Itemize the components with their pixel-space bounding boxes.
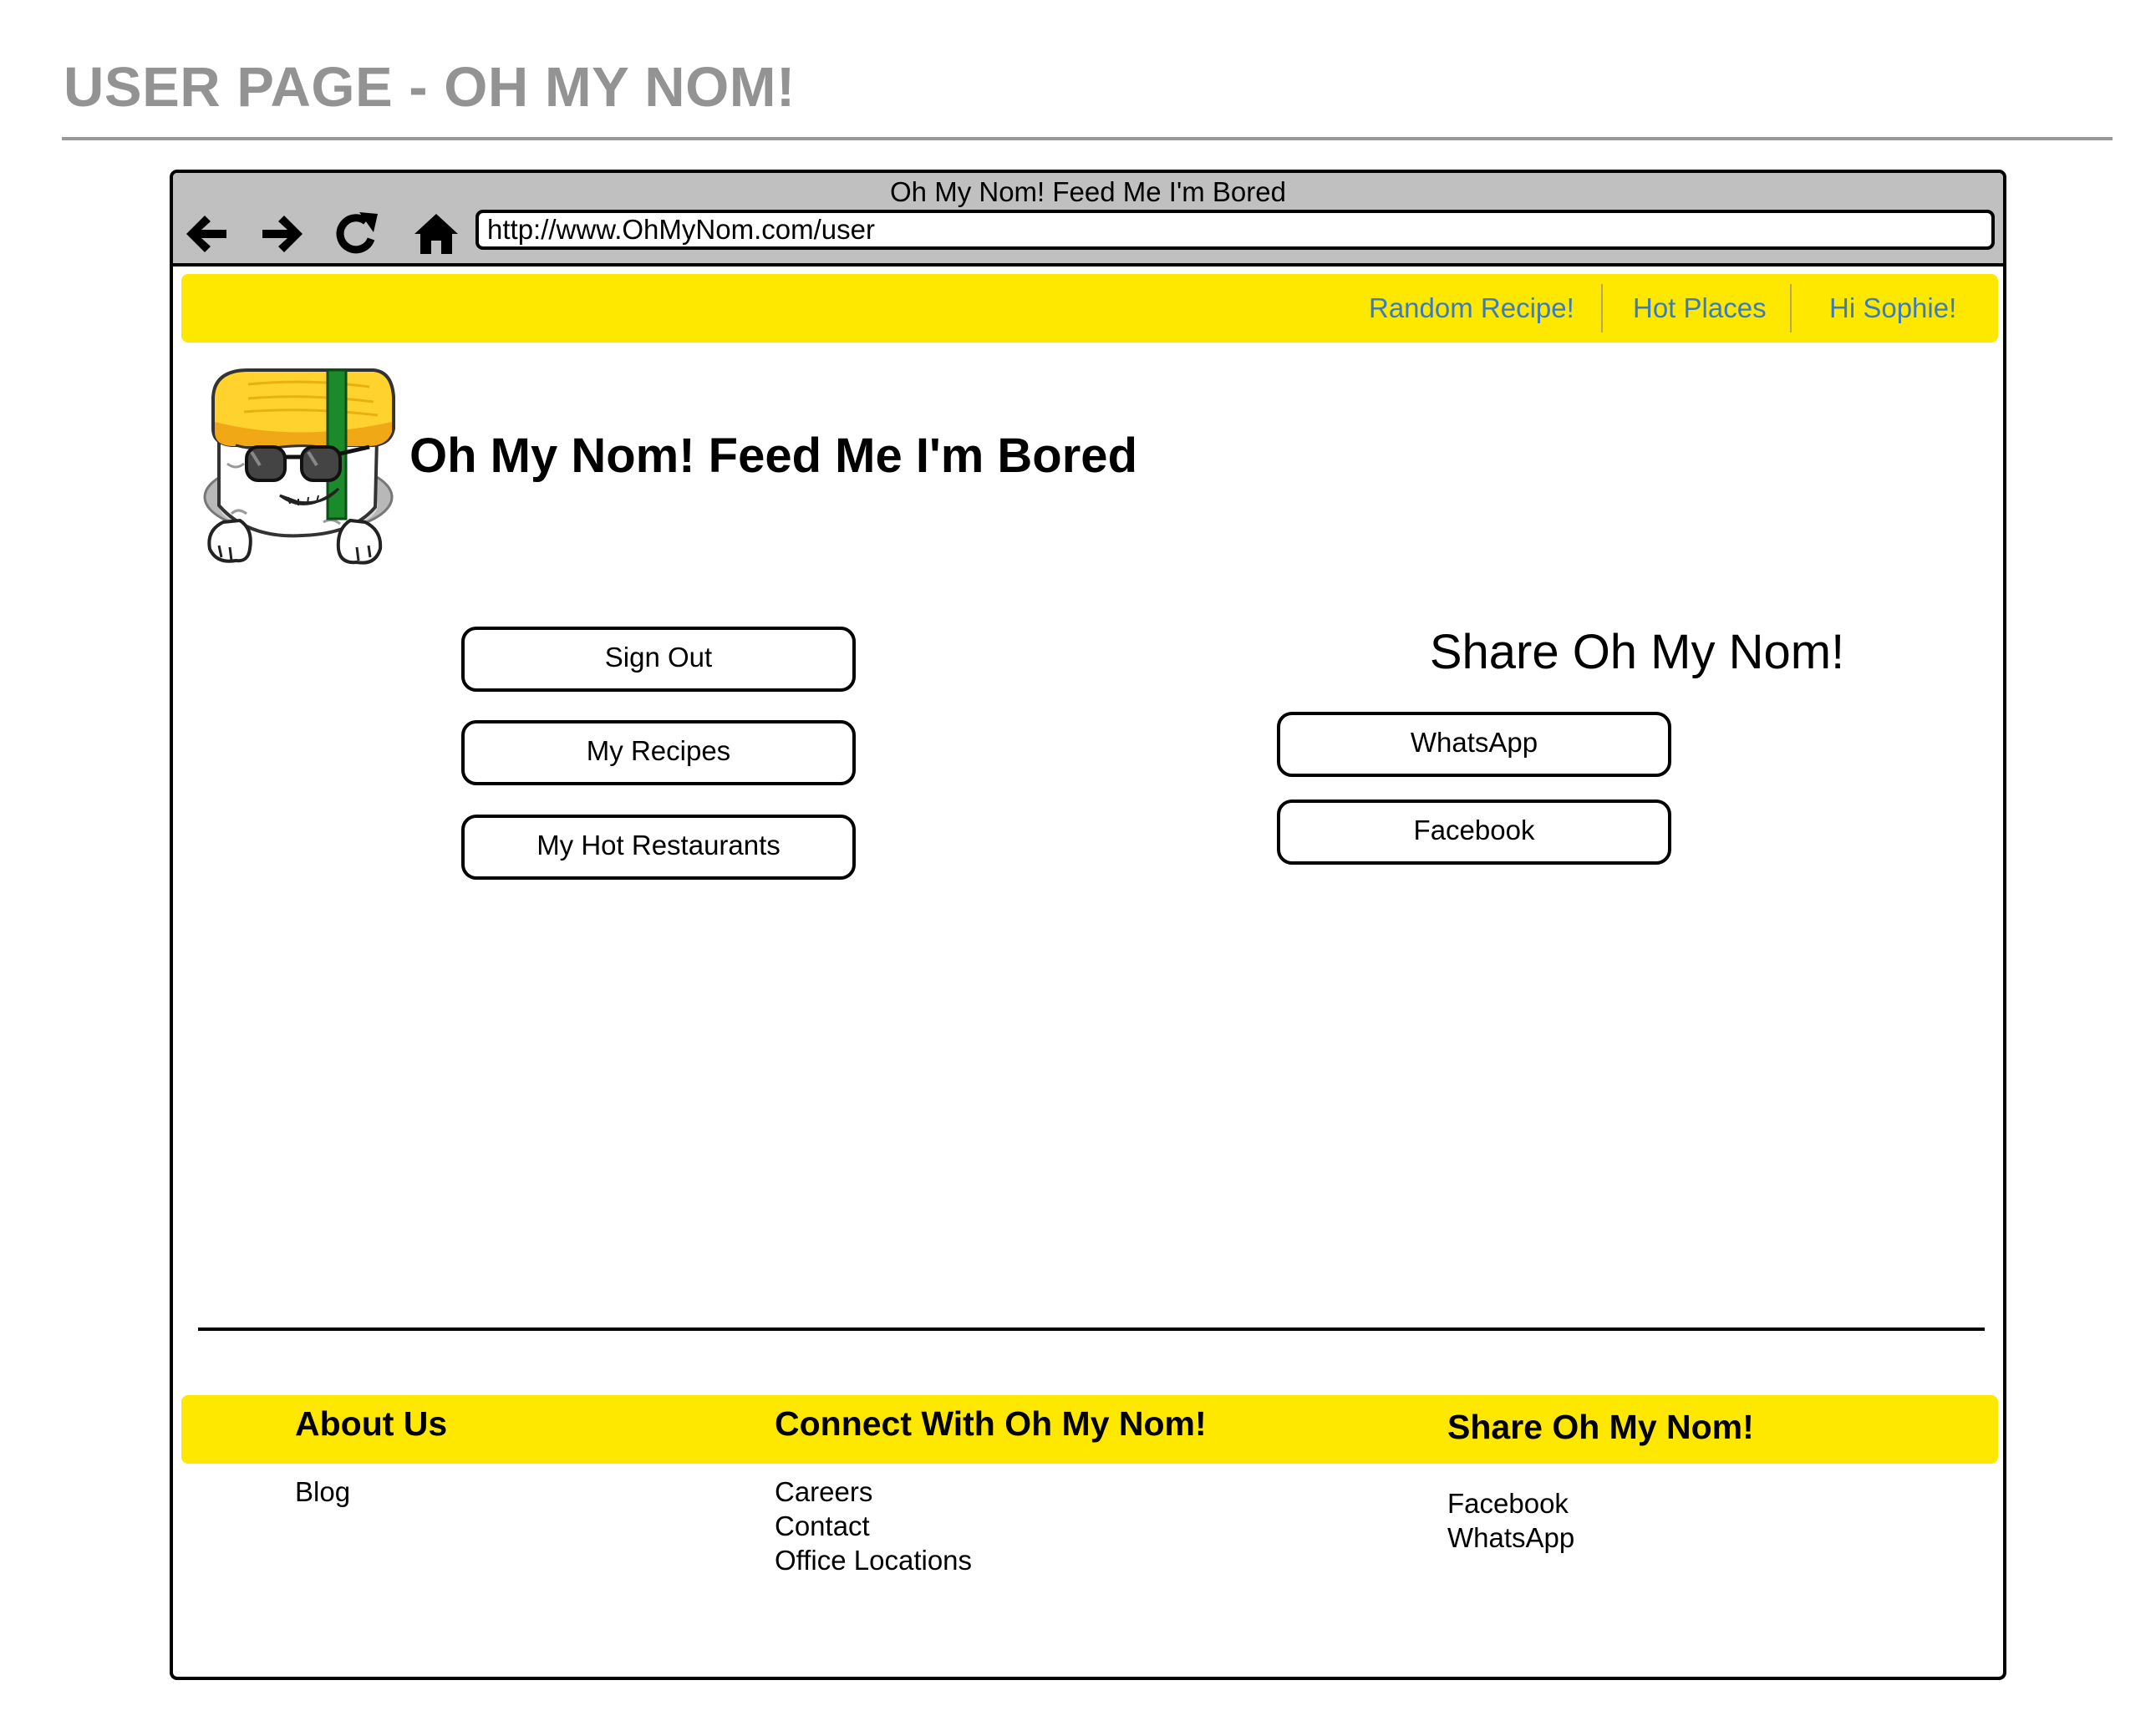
footer-link-office-locations[interactable]: Office Locations (775, 1543, 972, 1577)
nav-link-user-greeting[interactable]: Hi Sophie! (1829, 274, 1956, 343)
page-title: USER PAGE - OH MY NOM! (64, 56, 796, 119)
my-hot-restaurants-button[interactable]: My Hot Restaurants (461, 815, 856, 880)
nav-link-hot-places[interactable]: Hot Places (1633, 274, 1767, 343)
footer-link-blog[interactable]: Blog (295, 1475, 350, 1509)
back-arrow-icon[interactable] (179, 206, 234, 261)
footer-divider (198, 1327, 1985, 1331)
footer-link-whatsapp[interactable]: WhatsApp (1447, 1520, 1574, 1555)
footer-heading-connect: Connect With Oh My Nom! (775, 1404, 1207, 1443)
nav-separator (1790, 284, 1792, 333)
footer-link-careers[interactable]: Careers (775, 1475, 972, 1509)
share-facebook-button[interactable]: Facebook (1277, 800, 1671, 865)
site-title: Oh My Nom! Feed Me I'm Bored (409, 429, 1137, 483)
footer-links-about: Blog (295, 1475, 350, 1509)
footer-link-facebook[interactable]: Facebook (1447, 1486, 1574, 1520)
share-whatsapp-button[interactable]: WhatsApp (1277, 712, 1671, 777)
footer-links-connect: Careers Contact Office Locations (775, 1475, 972, 1577)
url-bar[interactable]: http://www.OhMyNom.com/user (475, 210, 1995, 250)
refresh-icon[interactable] (329, 206, 384, 261)
browser-chrome: Oh My Nom! Feed Me I'm Bored http://www.… (173, 173, 2003, 267)
nav-link-random-recipe[interactable]: Random Recipe! (1369, 274, 1574, 343)
window-title: Oh My Nom! Feed Me I'm Bored (890, 176, 1286, 207)
nav-separator (1601, 284, 1603, 333)
footer-heading-about: About Us (295, 1404, 448, 1443)
footer-links-share: Facebook WhatsApp (1447, 1486, 1574, 1555)
forward-arrow-icon[interactable] (255, 206, 310, 261)
footer-heading-share: Share Oh My Nom! (1447, 1408, 1754, 1446)
browser-window: Oh My Nom! Feed Me I'm Bored http://www.… (170, 170, 2006, 1680)
top-nav-bar: Random Recipe! Hot Places Hi Sophie! (181, 274, 1998, 343)
sushi-mascot-logo (198, 363, 407, 572)
share-heading: Share Oh My Nom! (1429, 625, 1845, 679)
home-icon[interactable] (409, 206, 464, 261)
title-divider (62, 137, 2113, 140)
footer-link-contact[interactable]: Contact (775, 1509, 972, 1543)
sign-out-button[interactable]: Sign Out (461, 627, 856, 692)
my-recipes-button[interactable]: My Recipes (461, 720, 856, 785)
